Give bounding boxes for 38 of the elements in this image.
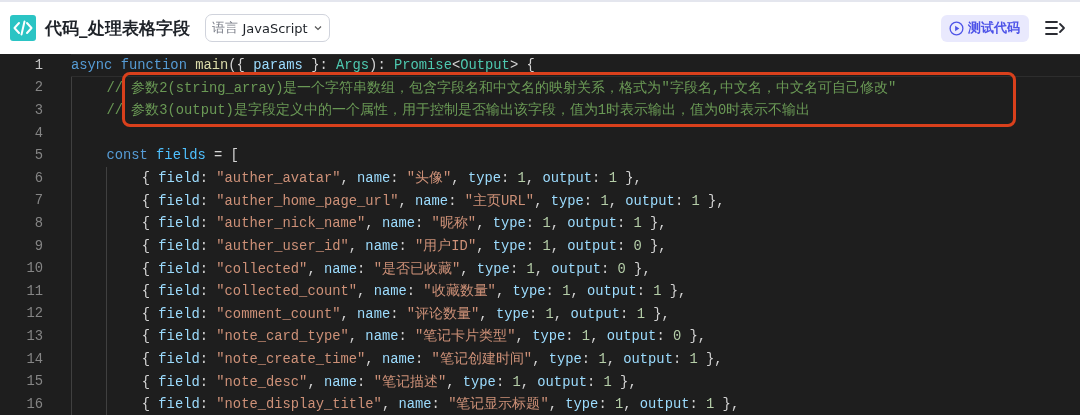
line-number: 3 (33, 103, 43, 118)
code-line: { field: "note_card_type", name: "笔记卡片类型", type: 1, output: 0 }, (141, 327, 707, 346)
line-number: 6 (33, 170, 43, 186)
code-line: // 参数3(output)是字段定义中的一个属性，用于控制是否输出该字段，值为1时表示输出，值为0时表示不输出 (106, 101, 811, 120)
play-icon (949, 20, 964, 36)
line-number: 12 (25, 306, 43, 322)
code-line: { field: "auther_nick_name", name: "昵称", type: 1, output: 1 }, (141, 215, 667, 233)
code-icon (10, 15, 36, 41)
line-number: 8 (33, 215, 43, 231)
line-number: 10 (25, 261, 43, 277)
line-number: 15 (25, 374, 43, 390)
line-number: 1 (33, 57, 43, 73)
line-number: 7 (33, 193, 43, 209)
code-editor[interactable] (0, 54, 1080, 415)
code-line: async function main({ params }: Args): Promise<Output> { (71, 57, 535, 73)
line-number: 11 (25, 283, 43, 299)
code-line: { field: "auther_user_id", name: "用户ID", type: 1, output: 0 }, (141, 237, 667, 256)
test-code-button[interactable]: 测试代码 (941, 14, 1029, 42)
line-number: 4 (33, 125, 43, 141)
code-line: { field: "collected", name: "是否已收藏", type: 1, output: 0 }, (141, 260, 651, 278)
code-line: // 参数2(string_array)是一个字符串数组，包含字段名和中文名的映射关系，格式为"字段名,中文名，中文名可自己修改" (106, 79, 897, 97)
code-line: { field: "comment_count", name: "评论数量", type: 1, output: 1 }, (141, 305, 670, 323)
line-number: 9 (33, 238, 43, 254)
line-number: 2 (33, 80, 43, 96)
code-line: { field: "collected_count", name: "收藏数量", type: 1, output: 1 }, (141, 282, 687, 301)
code-line: { field: "auther_home_page_url", name: "主页URL", type: 1, output: 1 }, (141, 192, 725, 210)
chevron-icon (312, 23, 323, 33)
language-select[interactable]: 语言 JavaScript (204, 14, 330, 42)
code-line: { field: "auther_avatar", name: "头像", type: 1, output: 1 }, (141, 169, 642, 188)
page-title: 代码_处理表格字段 (45, 16, 190, 40)
code-line: const fields = [ (106, 148, 239, 164)
line-number: 5 (33, 148, 43, 164)
code-line: { field: "note_create_time", name: "笔记创建时间", type: 1, output: 1 }, (141, 350, 723, 368)
line-number: 13 (25, 328, 43, 344)
code-line: { field: "note_desc", name: "笔记描述", type: 1, output: 1 }, (141, 373, 637, 391)
line-number: 14 (25, 351, 43, 367)
code-line: { field: "note_display_title", name: "笔记显示标题", type: 1, output: 1 }, (141, 395, 740, 414)
line-number: 16 (25, 396, 43, 412)
